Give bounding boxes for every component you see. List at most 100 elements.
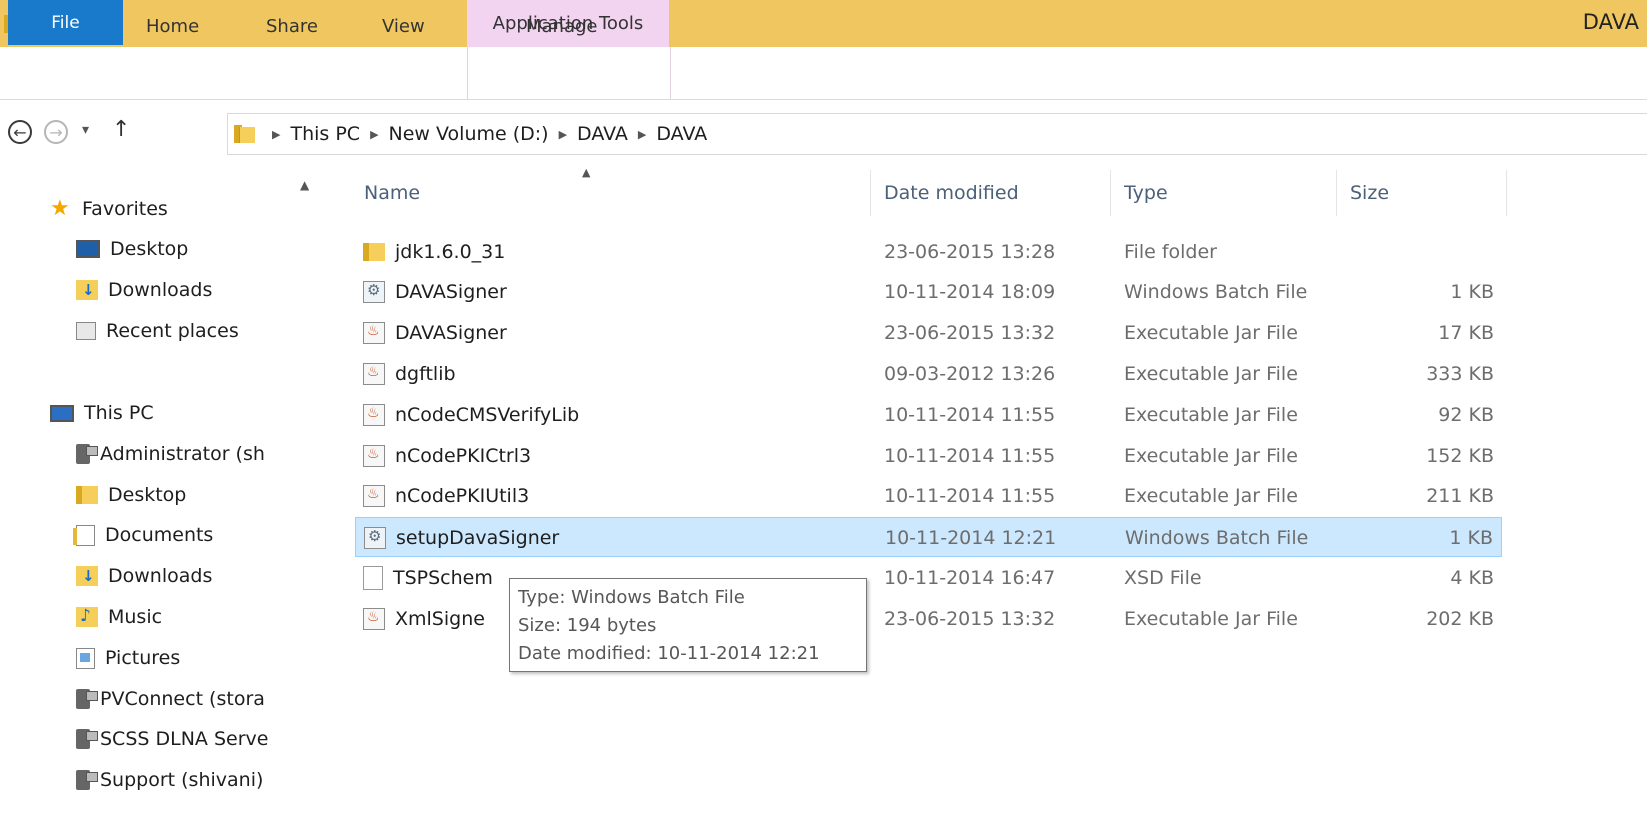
column-header-name[interactable]: Name — [364, 168, 420, 218]
nav-label: Downloads — [108, 279, 213, 301]
recent-places-icon — [76, 322, 96, 340]
address-bar[interactable]: ▶ This PC ▶ New Volume (D:) ▶ DAVA ▶ DAV… — [227, 113, 1647, 155]
file-date: 10-11-2014 11:55 — [884, 485, 1056, 507]
tab-share[interactable]: Share — [266, 0, 318, 52]
file-name: nCodePKIUtil3 — [395, 485, 530, 507]
jar-file-icon — [363, 485, 385, 507]
pictures-icon — [76, 647, 95, 669]
window-title: DAVA — [1582, 10, 1639, 34]
breadcrumb-this-pc[interactable]: This PC — [290, 123, 360, 145]
nav-scss-dlna[interactable]: SCSS DLNA Serve — [76, 728, 268, 750]
nav-music[interactable]: Music — [76, 606, 162, 628]
nav-label: Documents — [105, 524, 214, 546]
breadcrumb-separator-icon[interactable]: ▶ — [638, 128, 646, 141]
back-arrow-icon[interactable]: ← — [8, 120, 32, 144]
star-icon: ★ — [50, 196, 70, 221]
nav-label: This PC — [84, 402, 154, 424]
nav-recent-places[interactable]: Recent places — [76, 320, 239, 342]
nav-administrator[interactable]: Administrator (sh — [76, 443, 265, 465]
file-row[interactable]: DAVASigner 10-11-2014 18:09 Windows Batc… — [355, 272, 1502, 312]
ribbon-tabs — [0, 47, 1647, 100]
file-name-cell: XmlSigne — [363, 599, 485, 639]
file-type: Executable Jar File — [1124, 363, 1298, 385]
nav-favorites-desktop[interactable]: Desktop — [76, 238, 188, 260]
file-name-cell: setupDavaSigner — [364, 518, 559, 558]
file-size: 152 KB — [1426, 445, 1494, 467]
nav-pvconnect[interactable]: PVConnect (stora — [76, 688, 265, 710]
breadcrumb-separator-icon[interactable]: ▶ — [559, 128, 567, 141]
jar-file-icon — [363, 404, 385, 426]
file-name: XmlSigne — [395, 608, 485, 630]
column-divider[interactable] — [1336, 170, 1337, 216]
file-row[interactable]: jdk1.6.0_31 23-06-2015 13:28 File folder — [355, 232, 1502, 272]
tab-manage[interactable]: Manage — [526, 0, 598, 52]
file-date: 23-06-2015 13:28 — [884, 241, 1056, 263]
file-name: setupDavaSigner — [396, 527, 560, 549]
file-date: 10-11-2014 11:55 — [884, 445, 1056, 467]
network-location-icon — [76, 770, 98, 790]
file-row-selected[interactable]: setupDavaSigner 10-11-2014 12:21 Windows… — [355, 517, 1502, 557]
batch-file-icon — [363, 281, 385, 303]
nav-support[interactable]: Support (shivani) — [76, 769, 263, 791]
network-location-icon — [76, 444, 98, 464]
file-size: 1 KB — [1449, 527, 1493, 549]
network-location-icon — [76, 729, 98, 749]
file-name: nCodePKICtrl3 — [395, 445, 532, 467]
nav-label: Administrator (sh — [100, 443, 265, 465]
file-name-cell: dgftlib — [363, 354, 456, 394]
file-size: 17 KB — [1438, 322, 1494, 344]
file-size: 211 KB — [1426, 485, 1494, 507]
jar-file-icon — [363, 322, 385, 344]
xsd-file-icon — [363, 566, 383, 590]
breadcrumb-dava[interactable]: DAVA — [577, 123, 628, 145]
breadcrumb-dava-current[interactable]: DAVA — [656, 123, 707, 145]
file-size: 333 KB — [1426, 363, 1494, 385]
tab-view[interactable]: View — [382, 0, 425, 52]
scroll-up-arrow-icon[interactable]: ▲ — [300, 178, 309, 192]
column-divider[interactable] — [870, 170, 871, 216]
breadcrumb-new-volume[interactable]: New Volume (D:) — [389, 123, 549, 145]
nav-this-pc[interactable]: This PC — [50, 402, 154, 424]
column-header-type[interactable]: Type — [1124, 168, 1168, 218]
tab-home[interactable]: Home — [146, 0, 199, 52]
computer-icon — [50, 404, 74, 422]
nav-downloads[interactable]: Downloads — [76, 565, 212, 587]
tooltip-size: Size: 194 bytes — [518, 615, 657, 636]
column-header-size[interactable]: Size — [1350, 168, 1389, 218]
nav-label: Music — [108, 606, 163, 628]
nav-pictures[interactable]: Pictures — [76, 647, 180, 669]
documents-icon — [73, 524, 95, 546]
file-row[interactable]: DAVASigner 23-06-2015 13:32 Executable J… — [355, 313, 1502, 353]
file-row[interactable]: dgftlib 09-03-2012 13:26 Executable Jar … — [355, 354, 1502, 394]
column-divider[interactable] — [1110, 170, 1111, 216]
forward-arrow-icon[interactable]: → — [44, 120, 68, 144]
file-name: TSPSchem — [393, 567, 493, 589]
file-date: 10-11-2014 16:47 — [884, 567, 1056, 589]
file-row[interactable]: nCodePKICtrl3 10-11-2014 11:55 Executabl… — [355, 436, 1502, 476]
sort-ascending-icon: ▲ — [582, 166, 591, 179]
nav-favorites-downloads[interactable]: Downloads — [76, 279, 212, 301]
downloads-icon — [76, 566, 98, 586]
breadcrumb-separator-icon[interactable]: ▶ — [370, 128, 378, 141]
file-row[interactable]: nCodePKIUtil3 10-11-2014 11:55 Executabl… — [355, 476, 1502, 516]
file-name: DAVASigner — [395, 322, 507, 344]
column-divider[interactable] — [1506, 170, 1507, 216]
file-name: nCodeCMSVerifyLib — [395, 404, 580, 426]
file-name-cell: nCodePKIUtil3 — [363, 476, 529, 516]
recent-locations-chevron-icon[interactable]: ▾ — [82, 122, 89, 138]
nav-desktop[interactable]: Desktop — [76, 484, 186, 506]
nav-favorites[interactable]: ★ Favorites — [50, 196, 168, 221]
nav-documents[interactable]: Documents — [73, 524, 214, 546]
nav-label: Pictures — [105, 647, 181, 669]
file-row[interactable]: nCodeCMSVerifyLib 10-11-2014 11:55 Execu… — [355, 395, 1502, 435]
navigation-scrollbar[interactable] — [296, 168, 316, 832]
up-arrow-icon[interactable]: ↑ — [112, 117, 130, 142]
column-header-date-modified[interactable]: Date modified — [884, 168, 1019, 218]
nav-label: Desktop — [108, 484, 187, 506]
file-type: Executable Jar File — [1124, 608, 1298, 630]
title-bar — [0, 0, 1647, 47]
breadcrumb-separator-icon[interactable]: ▶ — [272, 128, 280, 141]
folder-icon — [234, 125, 255, 143]
tab-file[interactable]: File — [8, 0, 123, 45]
file-name: dgftlib — [395, 363, 456, 385]
